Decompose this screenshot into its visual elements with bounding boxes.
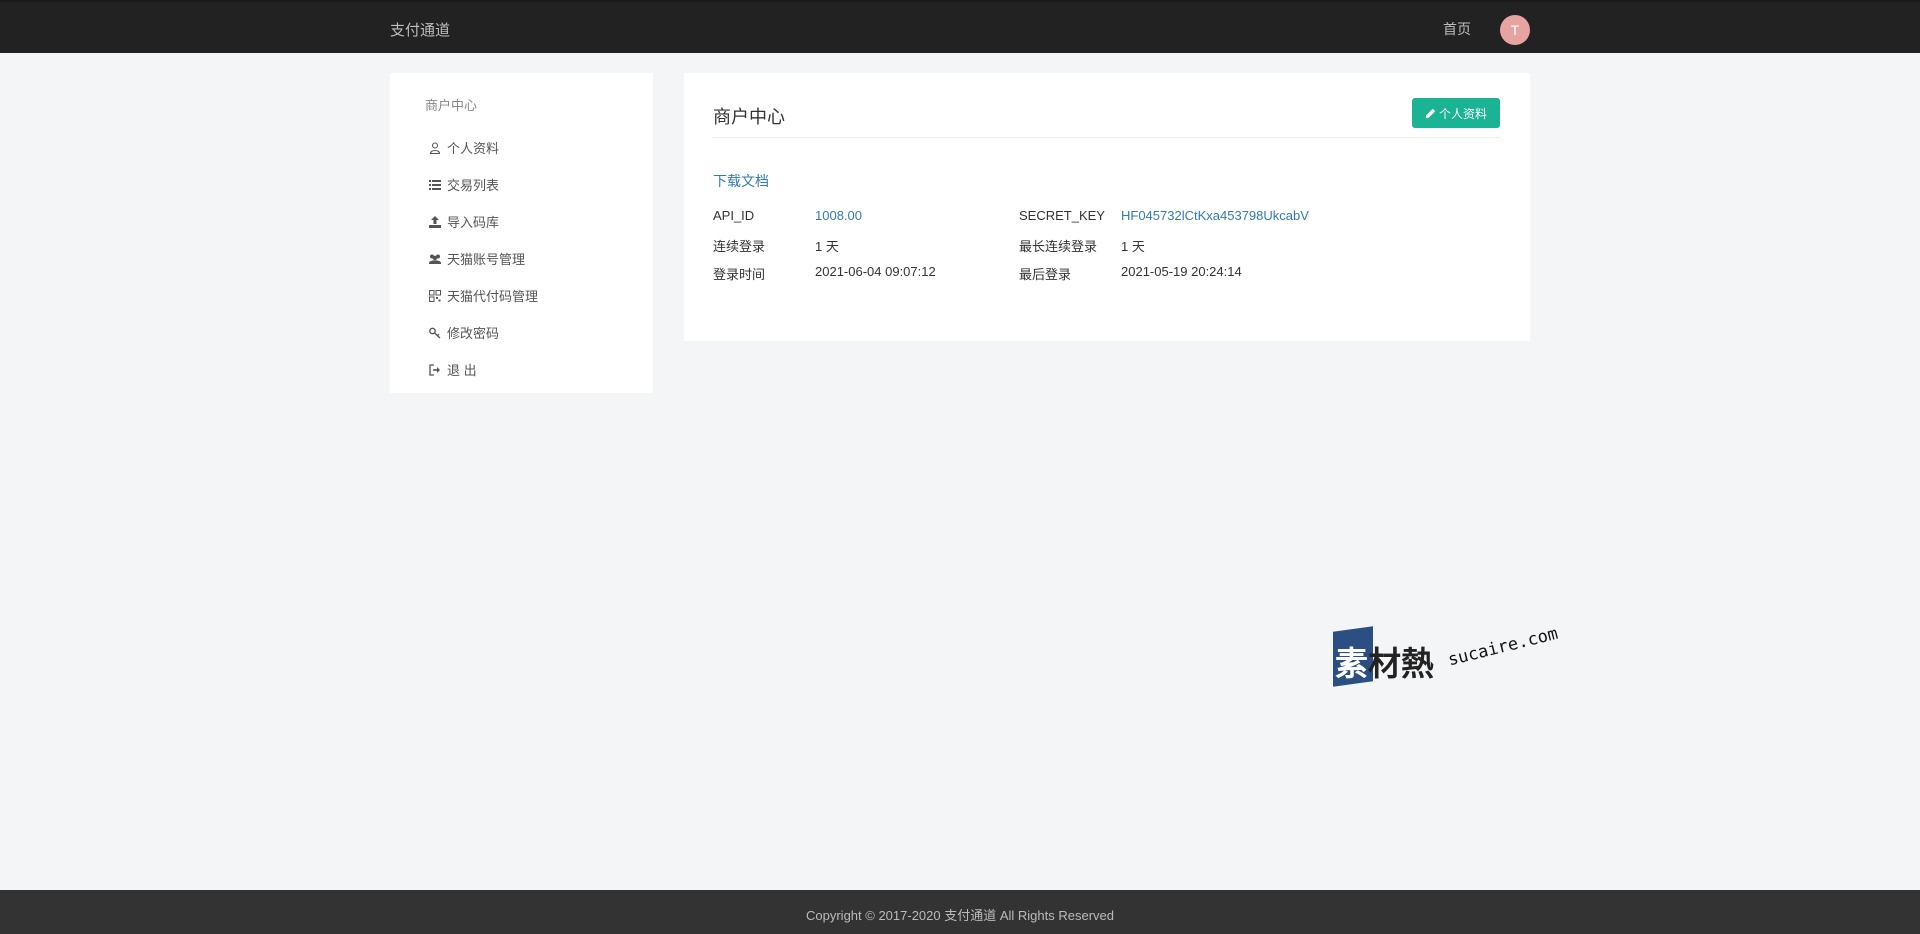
top-navbar: 支付通道 首页 T <box>0 0 1920 53</box>
panel-title: 商户中心 <box>713 107 785 127</box>
sidebar-item-change-password[interactable]: 修改密码 <box>428 314 538 351</box>
sidebar-item-profile[interactable]: 个人资料 <box>428 129 538 166</box>
sidebar-item-import-codes[interactable]: 导入码库 <box>428 203 538 240</box>
sidebar: 商户中心 个人资料 交易列表 导入码库 天猫账号管理 天猫代付码管理 修改密码 … <box>390 73 653 393</box>
brand-link[interactable]: 支付通道 <box>390 19 450 40</box>
secret-key-value: HF045732lCtKxa453798UkcabV <box>1121 208 1309 223</box>
upload-icon <box>428 215 442 229</box>
sidebar-item-logout[interactable]: 退 出 <box>428 351 538 388</box>
sidebar-heading: 商户中心 <box>425 98 478 113</box>
last-login-label: 最后登录 <box>1019 267 1072 282</box>
sidebar-item-label: 个人资料 <box>447 141 500 156</box>
qrcode-icon <box>428 289 442 303</box>
watermark-logo-rest: 材熱 <box>1368 644 1434 683</box>
download-docs-link[interactable]: 下载文档 <box>713 171 769 191</box>
sidebar-item-tmall-paycodes[interactable]: 天猫代付码管理 <box>428 277 538 314</box>
key-icon <box>428 326 442 340</box>
watermark-logo: 素材熱 <box>1335 637 1434 685</box>
login-time-value: 2021-06-04 09:07:12 <box>815 264 936 279</box>
avatar[interactable]: T <box>1500 15 1530 45</box>
sidebar-item-label: 交易列表 <box>447 178 500 193</box>
panel-divider <box>713 137 1500 138</box>
list-icon <box>428 178 442 192</box>
watermark-logo-first: 素 <box>1335 644 1368 683</box>
longest-consecutive-label: 最长连续登录 <box>1019 239 1098 254</box>
sidebar-item-label: 退 出 <box>447 363 477 378</box>
secret-key-label: SECRET_KEY <box>1019 208 1105 223</box>
api-id-label: API_ID <box>713 208 755 223</box>
nav-home-link[interactable]: 首页 <box>1443 19 1471 39</box>
longest-consecutive-value: 1 天 <box>1121 239 1145 254</box>
merchant-center-panel: 商户中心 个人资料 下载文档 API_ID 1008.00 SECRET_KEY… <box>684 73 1530 341</box>
footer: Copyright © 2017-2020 支付通道 All Rights Re… <box>0 890 1920 934</box>
profile-button-label: 个人资料 <box>1438 106 1487 121</box>
consecutive-login-label: 连续登录 <box>713 239 766 254</box>
login-time-label: 登录时间 <box>713 267 766 282</box>
sidebar-menu: 个人资料 交易列表 导入码库 天猫账号管理 天猫代付码管理 修改密码 退 出 <box>428 129 538 388</box>
watermark: 素材熱 sucaire.com <box>1333 623 1583 697</box>
sidebar-item-label: 修改密码 <box>447 326 500 341</box>
profile-button[interactable]: 个人资料 <box>1412 98 1500 128</box>
api-id-value: 1008.00 <box>815 208 862 223</box>
sidebar-item-label: 天猫代付码管理 <box>447 289 539 304</box>
pencil-icon <box>1425 108 1436 118</box>
consecutive-login-value: 1 天 <box>815 239 839 254</box>
sidebar-item-label: 天猫账号管理 <box>447 252 526 267</box>
users-icon <box>428 252 442 266</box>
sidebar-item-label: 导入码库 <box>447 215 500 230</box>
sign-out-icon <box>428 363 442 377</box>
copyright-text: Copyright © 2017-2020 支付通道 All Rights Re… <box>806 908 1114 923</box>
sidebar-item-tmall-accounts[interactable]: 天猫账号管理 <box>428 240 538 277</box>
watermark-domain: sucaire.com <box>1446 623 1561 671</box>
user-icon <box>428 141 442 155</box>
last-login-value: 2021-05-19 20:24:14 <box>1121 264 1242 279</box>
sidebar-item-transactions[interactable]: 交易列表 <box>428 166 538 203</box>
